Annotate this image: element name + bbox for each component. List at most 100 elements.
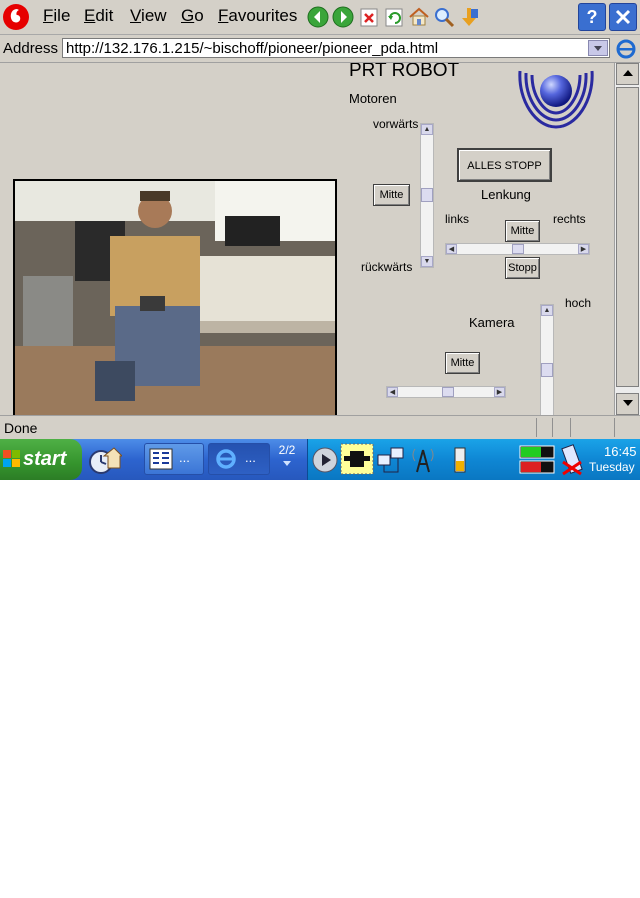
page-title: PRT ROBOT bbox=[349, 63, 460, 81]
task1-label: ... bbox=[179, 450, 190, 465]
camera-tilt-thumb[interactable] bbox=[541, 363, 553, 377]
status-divider bbox=[552, 418, 553, 437]
status-divider bbox=[614, 418, 615, 437]
camera-left-arrow[interactable]: ◀ bbox=[387, 387, 398, 397]
motor-center-button[interactable]: Mitte bbox=[373, 184, 410, 206]
camera-center-button[interactable]: Mitte bbox=[445, 352, 480, 374]
ie-logo-icon bbox=[616, 39, 636, 59]
clock-time[interactable]: 16:45 bbox=[604, 444, 637, 459]
address-dropdown-button[interactable] bbox=[588, 40, 608, 56]
menu-go-rest: o bbox=[194, 6, 204, 25]
back-icon[interactable] bbox=[307, 6, 329, 28]
home-clock-icon[interactable] bbox=[88, 444, 122, 476]
menu-view[interactable]: View bbox=[130, 6, 167, 26]
address-label: Address bbox=[3, 40, 59, 57]
camera-pan-thumb[interactable] bbox=[442, 387, 454, 397]
battery-percent: 60% bbox=[481, 882, 507, 898]
menu-file[interactable]: File bbox=[43, 6, 70, 26]
refresh-icon[interactable] bbox=[384, 6, 406, 28]
links-label: links bbox=[445, 212, 470, 226]
task-pager[interactable]: 2/2 bbox=[274, 443, 300, 475]
alles-stopp-button[interactable]: ALLES STOPP bbox=[457, 148, 552, 182]
kamera-label: Kamera bbox=[469, 315, 515, 330]
lenkung-label: Lenkung bbox=[481, 187, 531, 202]
stop-icon[interactable] bbox=[359, 6, 381, 28]
page-scrollbar[interactable] bbox=[614, 63, 640, 415]
menu-file-rest: ile bbox=[53, 6, 71, 25]
rechts-label: rechts bbox=[553, 212, 586, 226]
menu-go[interactable]: Go bbox=[181, 6, 204, 26]
phone-signal-icon[interactable] bbox=[560, 444, 586, 476]
scroll-up-button[interactable] bbox=[616, 63, 639, 85]
device-icon[interactable] bbox=[340, 443, 374, 475]
clock-day: Tuesday bbox=[589, 460, 635, 474]
status-text: Done bbox=[4, 420, 38, 436]
play-icon[interactable] bbox=[312, 447, 338, 473]
network-icon[interactable] bbox=[376, 445, 406, 475]
start-button[interactable]: start bbox=[0, 439, 82, 480]
motoren-label: Motoren bbox=[349, 91, 397, 106]
camera-tilt-slider[interactable]: ▲ bbox=[540, 304, 554, 415]
windows-flag-icon bbox=[3, 450, 20, 467]
home-icon[interactable] bbox=[408, 6, 430, 28]
address-bar: Address http://132.176.1.215/~bischoff/p… bbox=[0, 35, 640, 63]
arrow-down-icon bbox=[622, 400, 633, 406]
motor-speed-slider[interactable]: ▲ ▼ bbox=[420, 123, 434, 268]
help-button[interactable]: ? bbox=[578, 3, 606, 31]
steering-slider[interactable]: ◀ ▶ bbox=[445, 243, 590, 255]
menu-view-key: V bbox=[130, 6, 142, 25]
camera-pan-slider[interactable]: ◀ ▶ bbox=[386, 386, 506, 398]
antenna-icon[interactable] bbox=[408, 445, 438, 475]
taskbar: start ... ... 2/2 60% bbox=[0, 439, 640, 898]
steering-right-arrow[interactable]: ▶ bbox=[578, 244, 589, 254]
menu-go-key: G bbox=[181, 6, 195, 25]
backward-label: rückwärts bbox=[361, 260, 413, 274]
task-button-ie[interactable]: ... bbox=[208, 443, 270, 475]
menu-bar: File Edit View Go Favourites ? bbox=[0, 0, 640, 35]
task-button-app[interactable]: ... bbox=[144, 443, 204, 475]
camera-video-feed bbox=[13, 179, 337, 415]
scroll-down-button[interactable] bbox=[616, 393, 639, 415]
forward-label: vorwärts bbox=[373, 117, 419, 131]
menu-edit[interactable]: Edit bbox=[84, 6, 113, 26]
steering-center-button[interactable]: Mitte bbox=[505, 220, 540, 242]
camera-right-arrow[interactable]: ▶ bbox=[494, 387, 505, 397]
address-input[interactable]: http://132.176.1.215/~bischoff/pioneer/p… bbox=[62, 38, 610, 58]
task2-label: ... bbox=[245, 450, 256, 465]
university-logo bbox=[518, 70, 594, 129]
task-pager-label: 2/2 bbox=[278, 443, 296, 457]
menu-favourites[interactable]: Favourites bbox=[218, 6, 297, 26]
menu-favourites-rest: avourites bbox=[228, 6, 298, 25]
chevron-down-icon bbox=[283, 461, 291, 466]
menu-edit-rest: dit bbox=[95, 6, 114, 25]
menu-view-rest: iew bbox=[141, 6, 167, 25]
battery-icon[interactable] bbox=[518, 444, 558, 476]
ie-icon bbox=[216, 449, 236, 469]
camera-up-arrow[interactable]: ▲ bbox=[541, 305, 553, 316]
menu-edit-key: E bbox=[84, 6, 96, 25]
vodafone-logo[interactable] bbox=[2, 3, 30, 31]
start-label: start bbox=[23, 448, 67, 470]
menu-favourites-key: F bbox=[218, 6, 229, 25]
status-divider bbox=[536, 418, 537, 437]
hoch-label: hoch bbox=[565, 296, 592, 310]
motor-up-arrow[interactable]: ▲ bbox=[421, 124, 433, 135]
favourites-icon[interactable] bbox=[458, 6, 480, 28]
app-grid-icon bbox=[149, 448, 173, 470]
web-page: PRT ROBOT Motoren vorwärts rückwärts ▲ ▼… bbox=[0, 63, 614, 415]
status-divider bbox=[570, 418, 571, 437]
address-url: http://132.176.1.215/~bischoff/pioneer/p… bbox=[66, 40, 439, 57]
search-icon[interactable] bbox=[433, 6, 455, 28]
motor-down-arrow[interactable]: ▼ bbox=[421, 256, 433, 267]
steering-left-arrow[interactable]: ◀ bbox=[446, 244, 457, 254]
arrow-up-icon bbox=[622, 70, 633, 76]
steering-slider-thumb[interactable] bbox=[512, 244, 524, 254]
status-bar: Done bbox=[0, 415, 640, 439]
power-plug-icon[interactable] bbox=[451, 445, 469, 475]
close-icon bbox=[615, 9, 631, 25]
steering-stop-button[interactable]: Stopp bbox=[505, 257, 540, 279]
motor-slider-thumb[interactable] bbox=[421, 188, 433, 202]
scroll-thumb[interactable] bbox=[616, 87, 639, 387]
forward-icon[interactable] bbox=[332, 6, 354, 28]
close-button[interactable] bbox=[609, 3, 637, 31]
